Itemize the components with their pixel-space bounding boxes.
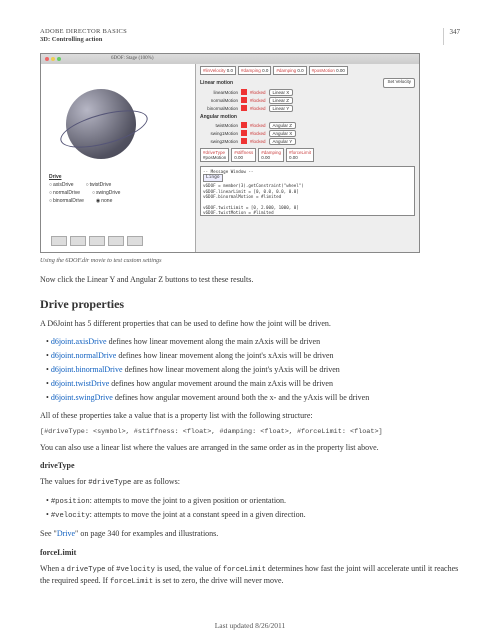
radio-swingdrive[interactable]: swingDrive [92,190,120,196]
page-footer: Last updated 8/26/2011 [0,621,500,630]
doc-subtitle: 3D: Controlling action [40,36,127,44]
page-number: 347 [443,28,461,45]
linear-y-button[interactable]: Linear Y [269,105,294,112]
radio-none[interactable]: none [96,198,113,204]
forcelimit-paragraph: When a driveType of #velocity is used, t… [40,563,460,588]
drive-title: Drive [49,174,62,180]
message-window: -- Message Window -- Lingo v6DOF = membe… [200,166,415,216]
figure-caption: Using the 6DOF.dir movie to test custom … [40,257,460,264]
property-list: d6joint.axisDrive defines how linear mov… [46,336,460,404]
angular-z-button[interactable]: Angular Z [269,122,297,129]
linear-paragraph: You can also use a linear list where the… [40,442,460,454]
intro-paragraph: Now click the Linear Y and Angular Z but… [40,274,460,286]
window-title: 6DOF: Stage (100%) [111,56,154,61]
drivetype-list: #position: attempts to move the joint to… [46,495,460,523]
allprops-paragraph: All of these properties take a value tha… [40,410,460,422]
radio-normaldrive[interactable]: normalDrive [49,190,80,196]
stage-button[interactable] [108,236,124,246]
section-heading: Drive properties [40,297,460,312]
stage-button[interactable] [89,236,105,246]
code-structure: [#driveType: <symbol>, #stiffness: <floa… [40,428,460,436]
page-header: ADOBE DIRECTOR BASICS 3D: Controlling ac… [40,28,460,45]
link-swingdrive[interactable]: d6joint.swingDrive [51,393,113,402]
lang-dropdown[interactable]: Lingo [203,174,223,182]
doc-title: ADOBE DIRECTOR BASICS [40,28,127,36]
see-paragraph: See "Drive" on page 340 for examples and… [40,528,460,540]
radio-axisdrive[interactable]: axisDrive [49,182,74,188]
screenshot-figure: 6DOF: Stage (100%) Drive axisDrive twistD… [40,53,420,253]
angular-x-button[interactable]: Angular X [269,130,297,137]
values-paragraph: The values for #driveType are as follows… [40,476,460,488]
stage-button[interactable] [51,236,67,246]
subhead-drivetype: driveType [40,461,460,470]
link-drive[interactable]: Drive [57,529,75,538]
stage-button[interactable] [70,236,86,246]
radio-twistdrive[interactable]: twistDrive [86,182,112,188]
subhead-forcelimit: forceLimit [40,548,460,557]
drive-paragraph: A D6Joint has 5 different properties tha… [40,318,460,330]
link-twistdrive[interactable]: d6joint.twistDrive [51,379,109,388]
angular-y-button[interactable]: Angular Y [269,138,297,145]
link-normaldrive[interactable]: d6joint.normalDrive [51,351,117,360]
link-axisdrive[interactable]: d6joint.axisDrive [51,337,107,346]
stage-button[interactable] [127,236,143,246]
set-velocity-button[interactable]: Set Velocity [383,78,415,88]
linear-z-button[interactable]: Linear Z [269,97,294,104]
radio-binormaldrive[interactable]: binormalDrive [49,198,84,204]
link-binormaldrive[interactable]: d6joint.binormalDrive [51,365,123,374]
linear-x-button[interactable]: Linear X [269,89,294,96]
